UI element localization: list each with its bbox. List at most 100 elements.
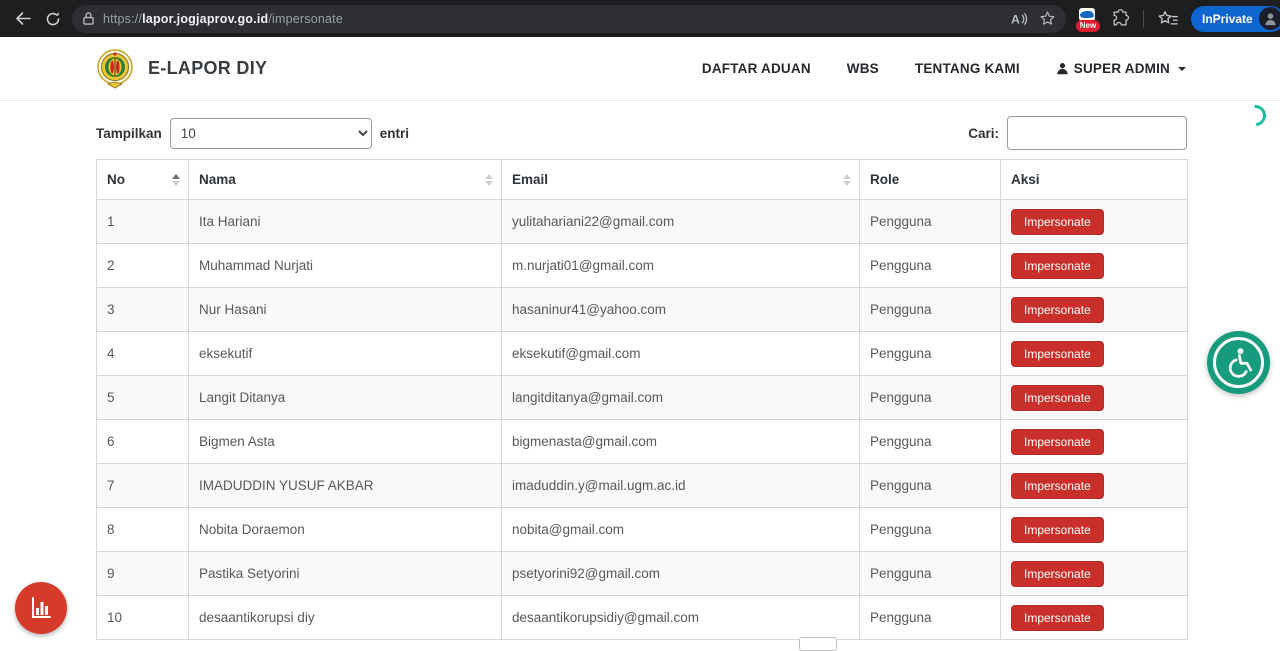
back-icon (15, 10, 32, 27)
impersonate-button[interactable]: Impersonate (1011, 429, 1104, 455)
cell-aksi: Impersonate (1001, 244, 1188, 288)
statistics-widget-button[interactable] (15, 582, 67, 634)
sort-icon (485, 174, 493, 186)
entries-select[interactable]: 10 (170, 118, 372, 149)
cell-email: desaantikorupsidiy@gmail.com (502, 596, 860, 640)
cell-no: 3 (97, 288, 189, 332)
impersonate-button[interactable]: Impersonate (1011, 473, 1104, 499)
cell-aksi: Impersonate (1001, 376, 1188, 420)
search-input[interactable] (1007, 116, 1187, 150)
new-badge: New (1076, 20, 1100, 32)
cell-role: Pengguna (860, 244, 1001, 288)
site-header: E-LAPOR DIY DAFTAR ADUAN WBS TENTANG KAM… (0, 37, 1280, 101)
favorite-star-icon[interactable] (1039, 10, 1056, 27)
cell-email: yulitahariani22@gmail.com (502, 200, 860, 244)
sort-icon (172, 174, 180, 186)
table-row: 3 Nur Hasani hasaninur41@yahoo.com Pengg… (97, 288, 1188, 332)
impersonate-button[interactable]: Impersonate (1011, 253, 1104, 279)
cell-nama: IMADUDDIN YUSUF AKBAR (189, 464, 502, 508)
cell-email: imaduddin.y@mail.ugm.ac.id (502, 464, 860, 508)
impersonate-button[interactable]: Impersonate (1011, 209, 1104, 235)
browser-titlebar: https://lapor.jogjaprov.go.id/impersonat… (0, 0, 1280, 37)
cell-nama: Pastika Setyorini (189, 552, 502, 596)
table-row: 5 Langit Ditanya langitditanya@gmail.com… (97, 376, 1188, 420)
cell-role: Pengguna (860, 420, 1001, 464)
cell-email: psetyorini92@gmail.com (502, 552, 860, 596)
header-aksi[interactable]: Aksi (1001, 160, 1188, 200)
cell-role: Pengguna (860, 200, 1001, 244)
pagination-button-partial[interactable] (799, 637, 837, 651)
user-menu-super-admin[interactable]: SUPER ADMIN (1056, 61, 1186, 76)
impersonate-button[interactable]: Impersonate (1011, 341, 1104, 367)
impersonate-page: Tampilkan 10 entri Cari: No Nama Email R… (0, 101, 1280, 640)
entries-suffix-label: entri (380, 126, 409, 141)
header-nama[interactable]: Nama (189, 160, 502, 200)
impersonate-button[interactable]: Impersonate (1011, 605, 1104, 631)
table-row: 9 Pastika Setyorini psetyorini92@gmail.c… (97, 552, 1188, 596)
jogja-emblem-logo (96, 48, 134, 90)
cell-aksi: Impersonate (1001, 288, 1188, 332)
table-row: 6 Bigmen Asta bigmenasta@gmail.com Pengg… (97, 420, 1188, 464)
table-row: 7 IMADUDDIN YUSUF AKBAR imaduddin.y@mail… (97, 464, 1188, 508)
favorites-bar-icon[interactable] (1157, 10, 1178, 28)
main-nav: DAFTAR ADUAN WBS TENTANG KAMI SUPER ADMI… (702, 61, 1186, 76)
cell-aksi: Impersonate (1001, 552, 1188, 596)
impersonate-button[interactable]: Impersonate (1011, 385, 1104, 411)
extension-new-icon[interactable]: New (1076, 8, 1098, 30)
cell-aksi: Impersonate (1001, 508, 1188, 552)
back-button[interactable] (8, 4, 38, 34)
cell-nama: eksekutif (189, 332, 502, 376)
brand[interactable]: E-LAPOR DIY (96, 48, 267, 90)
cell-email: eksekutif@gmail.com (502, 332, 860, 376)
search-label: Cari: (968, 126, 999, 141)
cell-aksi: Impersonate (1001, 332, 1188, 376)
address-bar[interactable]: https://lapor.jogjaprov.go.id/impersonat… (72, 5, 1066, 33)
cell-email: nobita@gmail.com (502, 508, 860, 552)
nav-tentang-kami[interactable]: TENTANG KAMI (915, 61, 1020, 76)
read-aloud-icon[interactable]: A (1010, 11, 1029, 27)
impersonate-button[interactable]: Impersonate (1011, 297, 1104, 323)
nav-daftar-aduan[interactable]: DAFTAR ADUAN (702, 61, 811, 76)
cell-nama: Nobita Doraemon (189, 508, 502, 552)
table-controls: Tampilkan 10 entri Cari: (96, 115, 1187, 151)
refresh-button[interactable] (38, 4, 68, 34)
cell-no: 8 (97, 508, 189, 552)
table-row: 4 eksekutif eksekutif@gmail.com Pengguna… (97, 332, 1188, 376)
extensions-puzzle-icon[interactable] (1111, 9, 1130, 28)
cell-role: Pengguna (860, 332, 1001, 376)
table-row: 8 Nobita Doraemon nobita@gmail.com Pengg… (97, 508, 1188, 552)
wheelchair-icon (1224, 347, 1254, 379)
cell-no: 1 (97, 200, 189, 244)
cell-no: 10 (97, 596, 189, 640)
chevron-down-icon (1178, 67, 1186, 71)
cell-email: m.nurjati01@gmail.com (502, 244, 860, 288)
inprivate-badge[interactable]: InPrivate (1191, 6, 1280, 32)
cell-role: Pengguna (860, 464, 1001, 508)
profile-avatar (1259, 7, 1280, 30)
cell-email: bigmenasta@gmail.com (502, 420, 860, 464)
table-row: 1 Ita Hariani yulitahariani22@gmail.com … (97, 200, 1188, 244)
bar-chart-icon (28, 595, 54, 621)
impersonate-button[interactable]: Impersonate (1011, 517, 1104, 543)
show-entries-label: Tampilkan (96, 126, 162, 141)
user-icon (1056, 62, 1069, 75)
cell-aksi: Impersonate (1001, 596, 1188, 640)
cell-role: Pengguna (860, 552, 1001, 596)
lock-icon (82, 11, 95, 26)
cell-nama: desaantikorupsi diy (189, 596, 502, 640)
svg-text:A: A (1011, 12, 1020, 26)
refresh-icon (45, 11, 61, 27)
cell-email: hasaninur41@yahoo.com (502, 288, 860, 332)
toolbar-divider (1143, 10, 1144, 28)
cell-nama: Bigmen Asta (189, 420, 502, 464)
header-role[interactable]: Role (860, 160, 1001, 200)
cell-no: 5 (97, 376, 189, 420)
header-email[interactable]: Email (502, 160, 860, 200)
header-no[interactable]: No (97, 160, 189, 200)
cell-role: Pengguna (860, 288, 1001, 332)
table-header-row: No Nama Email Role Aksi (97, 160, 1188, 200)
accessibility-widget-button[interactable] (1207, 331, 1270, 394)
nav-wbs[interactable]: WBS (847, 61, 879, 76)
impersonate-button[interactable]: Impersonate (1011, 561, 1104, 587)
loading-spinner (1241, 101, 1271, 131)
